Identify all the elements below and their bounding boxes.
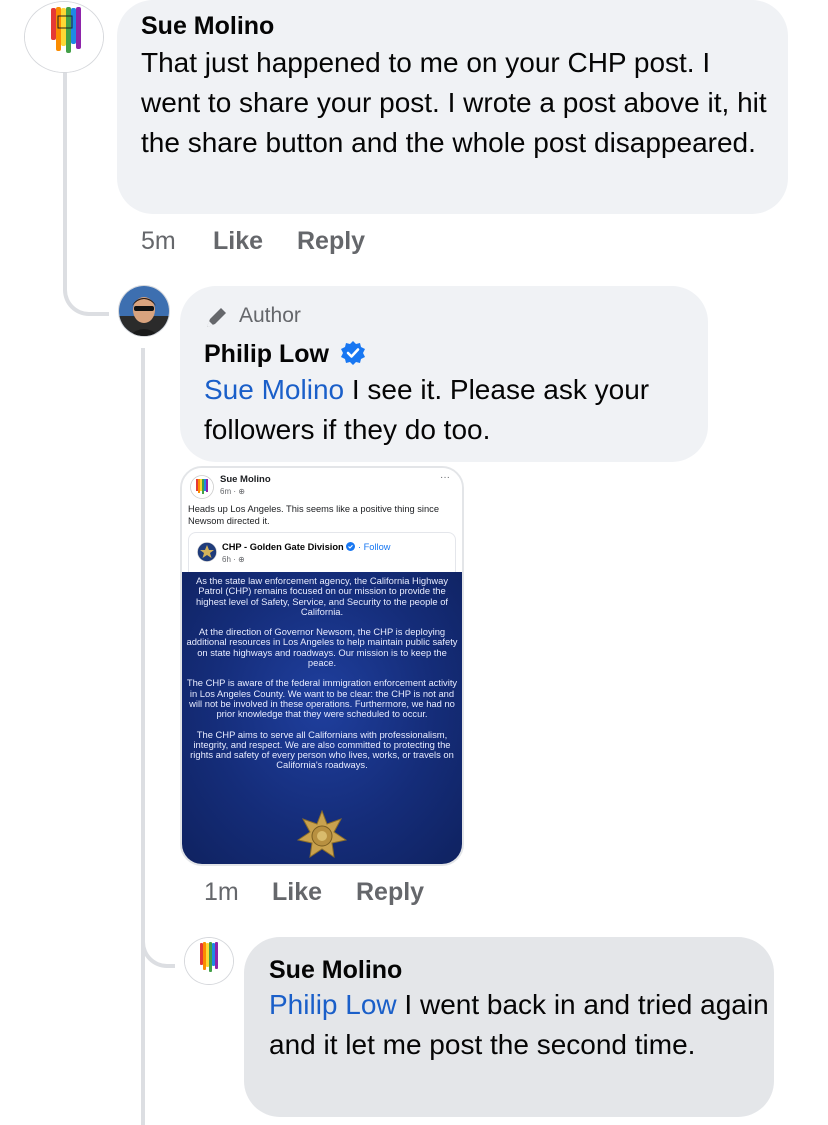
comment-time: 5m [141,227,176,255]
avatar-philip-low[interactable] [118,285,170,337]
embedded-page-title: CHP - Golden Gate Division [222,542,344,552]
chp-paragraph-4: The CHP aims to serve all Californians w… [190,728,454,771]
chp-paragraph-3: The CHP is aware of the federal immigrat… [186,677,458,720]
screenshot-header: Sue Molino 6m · ⊕ ··· Heads up Los Angel… [182,468,462,573]
verified-badge-icon [340,341,365,365]
mention-link[interactable]: Sue Molino [204,374,344,405]
reply-time: 1m [204,878,239,906]
embedded-page-card: CHP - Golden Gate Division · Follow 6h ·… [188,532,456,573]
avatar-sue-molino[interactable] [24,1,104,73]
comment-bubble-1[interactable]: Sue Molino That just happened to me on y… [117,0,788,214]
mention-link[interactable]: Philip Low [269,989,397,1020]
thread-curve-reply1 [63,262,109,316]
embedded-post-text: Heads up Los Angeles. This seems like a … [188,504,439,526]
reply-text: Sue Molino I see it. Please ask your fol… [204,370,704,450]
embedded-page-time-text: 6h · [222,555,239,564]
embedded-follow-link: · Follow [357,542,391,552]
globe-icon: ⊕ [238,555,245,564]
reply-author-name[interactable]: Philip Low [204,340,329,368]
reply2-author[interactable]: Sue Molino [269,955,402,985]
chp-star-badge-icon [297,810,347,859]
reply-bubble-2[interactable]: Sue Molino Philip Low I went back in and… [244,937,774,1117]
comment-author[interactable]: Sue Molino [141,11,274,41]
globe-icon: ⊕ [238,487,245,496]
chp-statement-text: As the state law enforcement agency, the… [186,575,458,781]
thread-line-reply [141,348,145,1125]
pen-icon [207,308,226,327]
reply-bubble-1[interactable]: Author Philip Low Sue Molino I see it. P… [180,286,708,462]
reply-button[interactable]: Reply [356,878,424,907]
embedded-poster-time: 6m · ⊕ [220,487,245,496]
embedded-poster: Sue Molino [220,474,271,485]
avatar-sue-molino-2[interactable] [184,937,234,985]
chp-badge-icon [197,542,217,562]
embedded-menu-icon: ··· [440,472,450,483]
reply-author[interactable]: Philip Low [204,339,366,369]
like-button[interactable]: Like [272,878,322,907]
rainbow-avatar [185,938,233,984]
embedded-poster-time-text: 6m · [220,487,239,496]
chp-paragraph-2: At the direction of Governor Newsom, the… [186,626,458,669]
embedded-page-name: CHP - Golden Gate Division · Follow [222,542,390,552]
reply2-text: Philip Low I went back in and tried agai… [269,985,769,1065]
chp-paragraph-1: As the state law enforcement agency, the… [195,575,449,617]
embedded-page-time: 6h · ⊕ [222,555,245,564]
reply-button[interactable]: Reply [297,227,365,256]
thread-line-main [63,72,67,272]
thread-curve-reply2 [141,920,175,968]
profile-photo [119,286,169,336]
rainbow-avatar [25,2,103,72]
verified-badge-icon [346,542,356,551]
comment-text: That just happened to me on your CHP pos… [141,47,767,158]
rainbow-avatar [190,475,214,499]
comment-actions-1: 5m Like Reply [141,227,441,257]
attached-screenshot[interactable]: Sue Molino 6m · ⊕ ··· Heads up Los Angel… [180,466,464,866]
chp-statement-image: As the state law enforcement agency, the… [182,572,462,864]
like-button[interactable]: Like [213,227,263,256]
reply-actions-1: 1m Like Reply [204,878,504,908]
author-badge-label: Author [239,304,301,327]
